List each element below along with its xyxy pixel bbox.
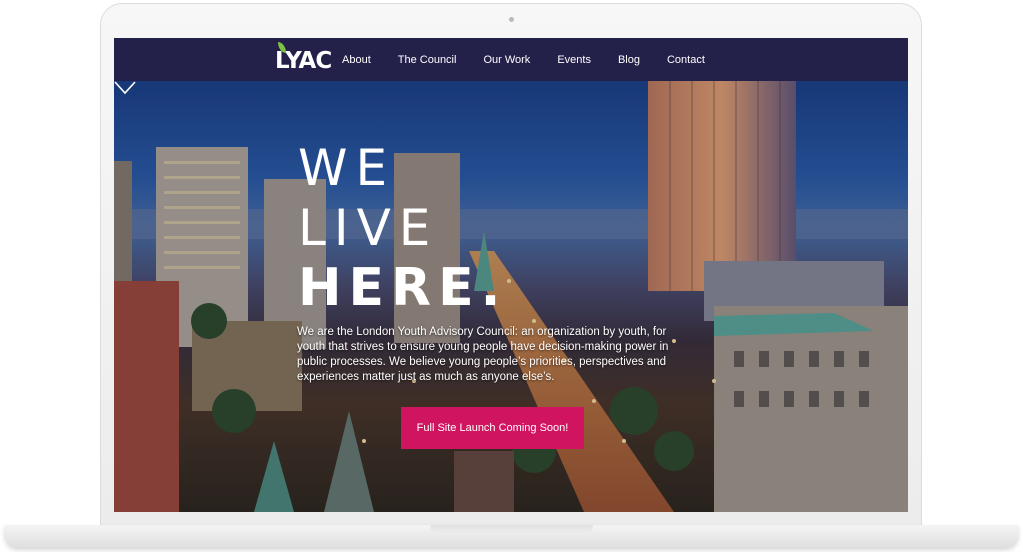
nav-item-about[interactable]: About <box>342 54 371 66</box>
hero-intro-text: We are the London Youth Advisory Council… <box>297 326 669 383</box>
laptop-camera <box>509 17 514 22</box>
chevron-down-icon[interactable] <box>114 81 136 95</box>
nav-item-the-council[interactable]: The Council <box>398 54 457 66</box>
laptop-notch <box>430 525 593 535</box>
site-navbar: LYAC About The Council Our Work Events B… <box>114 38 908 81</box>
hero-section: WE LIVE HERE. We are the London Youth Ad… <box>114 81 908 512</box>
site-logo[interactable]: LYAC <box>275 42 332 74</box>
launch-cta-button[interactable]: Full Site Launch Coming Soon! <box>401 407 584 449</box>
nav-item-events[interactable]: Events <box>557 54 591 66</box>
headline-line-1: WE <box>298 139 396 197</box>
headline-line-3: HERE. <box>298 258 508 318</box>
laptop-screen: LYAC About The Council Our Work Events B… <box>114 38 908 512</box>
nav-item-contact[interactable]: Contact <box>667 54 705 66</box>
hero-headline: WE LIVE HERE. <box>298 138 507 318</box>
nav-menu: About The Council Our Work Events Blog C… <box>342 38 732 81</box>
headline-line-2: LIVE <box>298 199 439 257</box>
nav-item-blog[interactable]: Blog <box>618 54 640 66</box>
nav-item-our-work[interactable]: Our Work <box>483 54 530 66</box>
